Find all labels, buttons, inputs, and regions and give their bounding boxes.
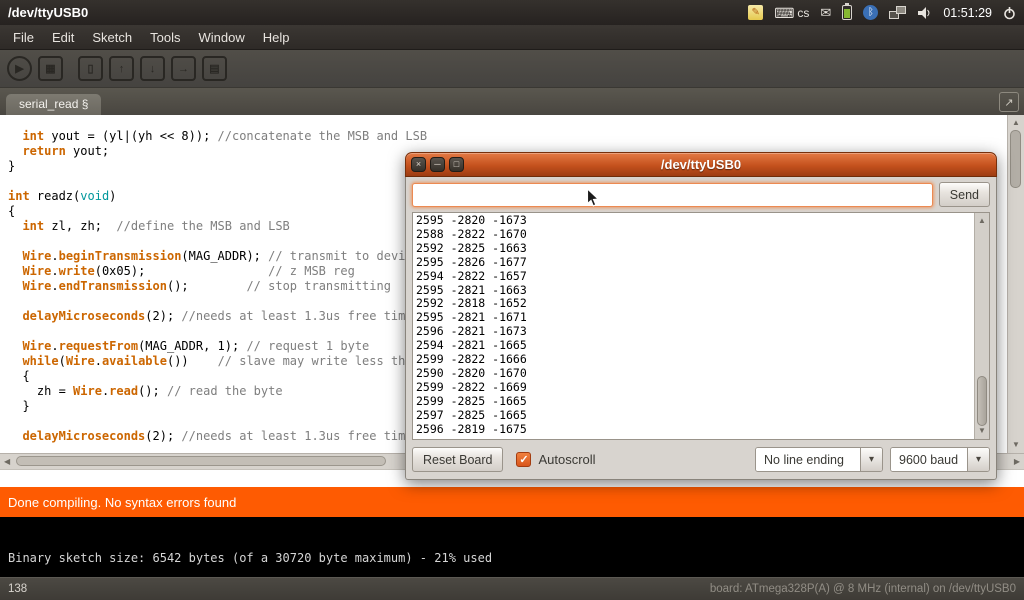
- mouse-cursor: [586, 188, 600, 209]
- serial-monitor-body: Send 2595 -2820 -16732588 -2822 -1670259…: [405, 177, 997, 480]
- minimize-button[interactable]: ─: [430, 157, 445, 172]
- scroll-up-icon[interactable]: ▲: [1008, 118, 1024, 128]
- mail-icon[interactable]: ✉: [820, 6, 831, 19]
- window-buttons: × ─ □: [411, 157, 464, 172]
- active-window-title: /dev/ttyUSB0: [8, 5, 88, 20]
- close-button[interactable]: ×: [411, 157, 426, 172]
- serial-data-line: 2595 -2821 -1671: [416, 311, 974, 325]
- autoscroll-checkbox[interactable]: ✓: [516, 452, 531, 467]
- serial-data-line: 2592 -2825 -1663: [416, 242, 974, 256]
- scroll-left-icon[interactable]: ◀: [4, 457, 10, 467]
- language-label: cs: [797, 6, 809, 20]
- code-line: int yout = (yl|(yh << 8)); //concatenate…: [8, 129, 1007, 144]
- status-bar: 138 board: ATmega328P(A) @ 8 MHz (intern…: [0, 577, 1024, 600]
- console-output: Binary sketch size: 6542 bytes (of a 307…: [0, 517, 1024, 577]
- scroll-right-icon[interactable]: ▶: [1014, 457, 1020, 467]
- scrollbar-thumb[interactable]: [16, 456, 386, 466]
- serial-data-line: 2596 -2821 -1673: [416, 325, 974, 339]
- stop-button[interactable]: ▦: [38, 56, 63, 81]
- serial-monitor-title: /dev/ttyUSB0: [406, 157, 996, 172]
- upload-button[interactable]: →: [171, 56, 196, 81]
- chevron-down-icon[interactable]: ▾: [860, 448, 882, 471]
- serial-data-line: 2592 -2818 -1652: [416, 297, 974, 311]
- open-button[interactable]: ↑: [109, 56, 134, 81]
- serial-data-line: 2599 -2825 -1665: [416, 395, 974, 409]
- notes-icon[interactable]: ✎: [748, 5, 763, 20]
- new-sketch-button[interactable]: ▯: [78, 56, 103, 81]
- keyboard-icon: ⌨: [774, 6, 794, 20]
- volume-icon[interactable]: [917, 7, 932, 19]
- menu-item-file[interactable]: File: [4, 25, 43, 50]
- serial-output-area[interactable]: 2595 -2820 -16732588 -2822 -16702592 -28…: [412, 212, 990, 440]
- battery-icon[interactable]: [842, 5, 852, 20]
- scroll-down-icon[interactable]: ▼: [975, 426, 989, 436]
- chevron-down-icon[interactable]: ▾: [967, 448, 989, 471]
- tab-serial-read[interactable]: serial_read §: [6, 94, 101, 115]
- serial-data-line: 2599 -2822 -1666: [416, 353, 974, 367]
- send-button[interactable]: Send: [939, 182, 990, 207]
- compile-status-bar: Done compiling. No syntax errors found: [0, 487, 1024, 517]
- battery-level: [844, 9, 850, 18]
- serial-monitor-window: × ─ □ /dev/ttyUSB0 Send 2595 -2820 -1673…: [405, 152, 997, 480]
- compile-message: Done compiling. No syntax errors found: [8, 495, 236, 510]
- bluetooth-icon[interactable]: ᛒ: [863, 5, 878, 20]
- autoscroll-label: Autoscroll: [538, 452, 595, 467]
- serial-data-line: 2597 -2825 -1665: [416, 409, 974, 423]
- baud-rate-value: 9600 baud: [891, 448, 967, 471]
- network-icon[interactable]: [889, 6, 906, 19]
- reset-board-button[interactable]: Reset Board: [412, 447, 503, 472]
- line-ending-dropdown[interactable]: No line ending ▾: [755, 447, 883, 472]
- menu-bar: FileEditSketchToolsWindowHelp: [0, 25, 1024, 50]
- serial-send-input[interactable]: [412, 183, 933, 207]
- menu-item-window[interactable]: Window: [189, 25, 253, 50]
- serial-data-line: 2595 -2821 -1663: [416, 284, 974, 298]
- serial-data-line: 2594 -2821 -1665: [416, 339, 974, 353]
- tab-bar: serial_read § ↗: [0, 88, 1024, 115]
- serial-monitor-button[interactable]: ▤: [202, 56, 227, 81]
- tab-menu-button[interactable]: ↗: [999, 92, 1019, 112]
- menu-item-tools[interactable]: Tools: [141, 25, 189, 50]
- board-info: board: ATmega328P(A) @ 8 MHz (internal) …: [710, 583, 1016, 595]
- scrollbar-thumb[interactable]: [1010, 130, 1021, 188]
- serial-output-lines: 2595 -2820 -16732588 -2822 -16702592 -28…: [413, 213, 974, 439]
- serial-monitor-controls: Reset Board ✓ Autoscroll No line ending …: [406, 440, 996, 479]
- serial-data-line: 2595 -2820 -1673: [416, 214, 974, 228]
- serial-data-line: 2599 -2822 -1669: [416, 381, 974, 395]
- console-text: Binary sketch size: 6542 bytes (of a 307…: [8, 551, 492, 565]
- desktop: /dev/ttyUSB0 ✎ ⌨ cs ✉ ᛒ 01:51:29 FileEdi…: [0, 0, 1024, 600]
- scrollbar-thumb[interactable]: [977, 376, 987, 426]
- serial-data-line: 2595 -2826 -1677: [416, 256, 974, 270]
- system-tray: ✎ ⌨ cs ✉ ᛒ 01:51:29: [748, 5, 1016, 20]
- serial-input-row: Send: [406, 177, 996, 212]
- top-panel: /dev/ttyUSB0 ✎ ⌨ cs ✉ ᛒ 01:51:29: [0, 0, 1024, 25]
- serial-data-line: 2590 -2820 -1670: [416, 367, 974, 381]
- scroll-down-icon[interactable]: ▼: [1008, 440, 1024, 450]
- editor-vertical-scrollbar[interactable]: ▲ ▼: [1007, 115, 1024, 453]
- menu-item-sketch[interactable]: Sketch: [83, 25, 141, 50]
- serial-monitor-titlebar[interactable]: × ─ □ /dev/ttyUSB0: [405, 152, 997, 177]
- serial-data-line: 2596 -2819 -1675: [416, 423, 974, 437]
- serial-data-line: 2594 -2822 -1657: [416, 270, 974, 284]
- serial-data-line: 2588 -2822 -1670: [416, 228, 974, 242]
- toolbar: ▶▦ ▯↑↓→▤: [0, 50, 1024, 88]
- baud-rate-dropdown[interactable]: 9600 baud ▾: [890, 447, 990, 472]
- menu-item-help[interactable]: Help: [254, 25, 299, 50]
- keyboard-layout-indicator[interactable]: ⌨ cs: [774, 6, 809, 20]
- menu-item-edit[interactable]: Edit: [43, 25, 83, 50]
- line-ending-value: No line ending: [756, 448, 860, 471]
- verify-button[interactable]: ▶: [7, 56, 32, 81]
- maximize-button[interactable]: □: [449, 157, 464, 172]
- serial-scrollbar[interactable]: ▲ ▼: [974, 213, 989, 439]
- scroll-up-icon[interactable]: ▲: [975, 216, 989, 226]
- line-number: 138: [8, 583, 27, 595]
- save-button[interactable]: ↓: [140, 56, 165, 81]
- power-icon[interactable]: [1003, 6, 1016, 20]
- clock[interactable]: 01:51:29: [943, 6, 992, 20]
